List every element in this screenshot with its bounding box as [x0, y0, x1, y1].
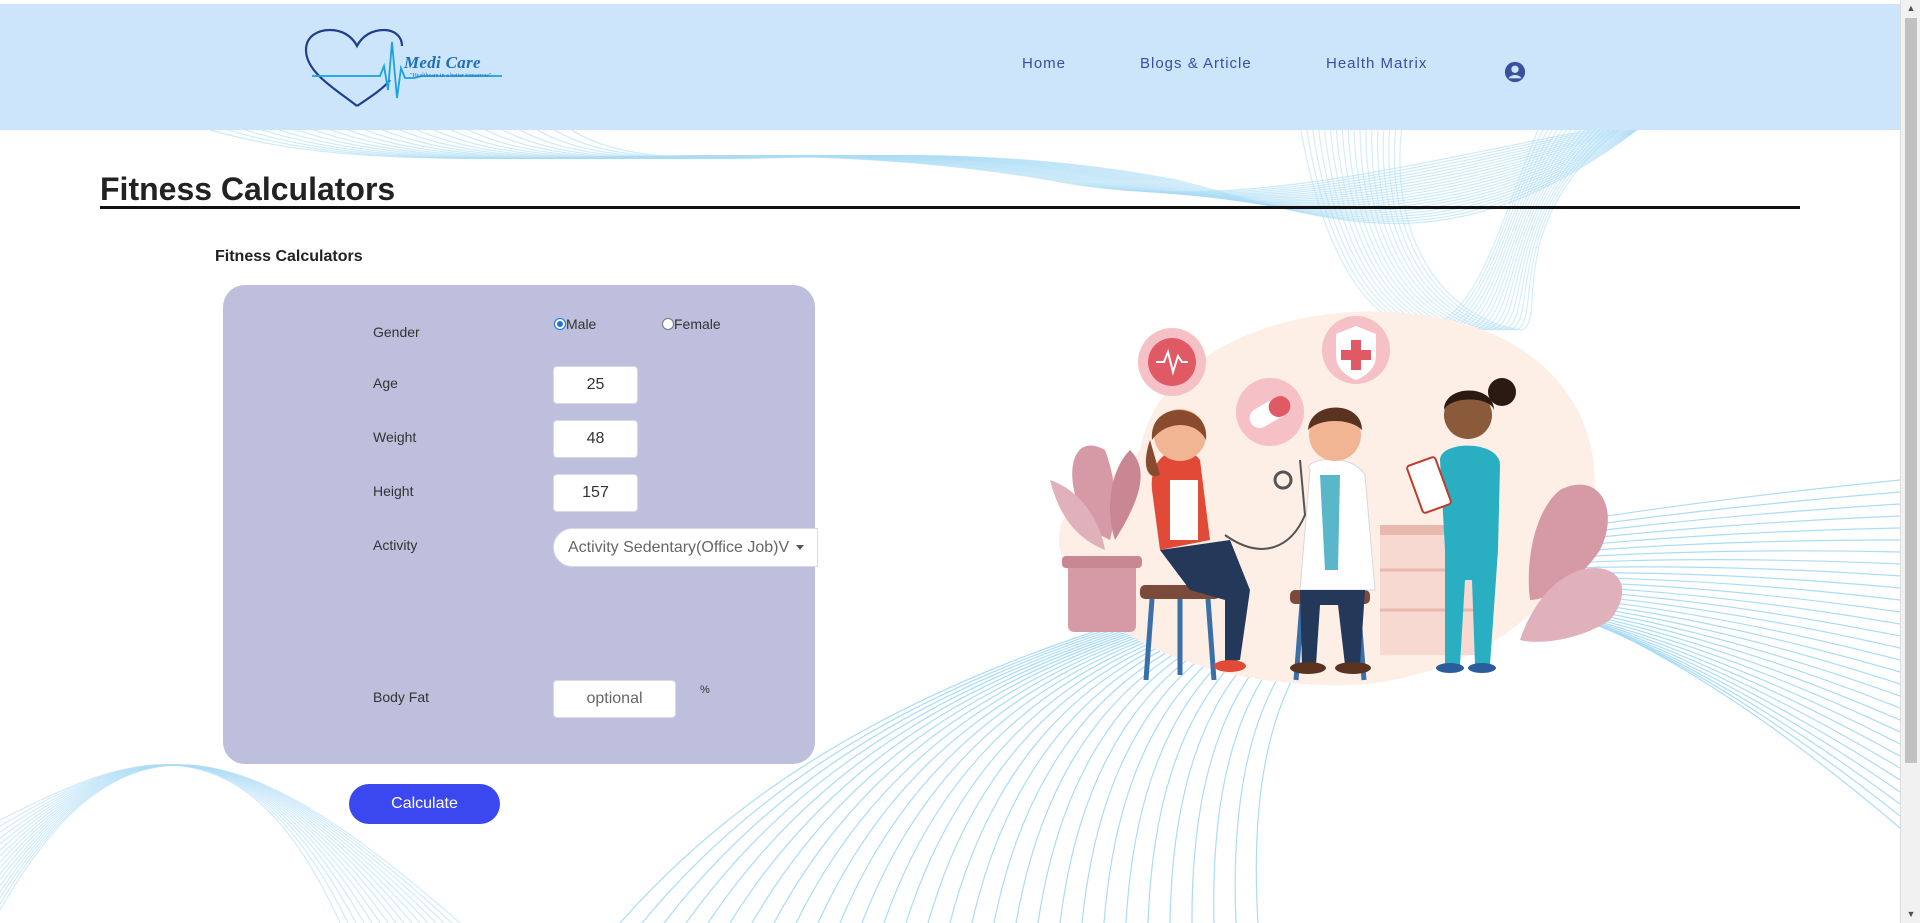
- scrollbar-thumb[interactable]: [1905, 18, 1917, 763]
- gender-female-label: Female: [674, 316, 721, 332]
- vertical-scrollbar[interactable]: ▲ ▼: [1900, 0, 1920, 923]
- caret-down-icon[interactable]: [796, 545, 804, 550]
- page-title: Fitness Calculators: [100, 171, 396, 207]
- title-divider: [100, 206, 1800, 209]
- gender-label: Gender: [373, 324, 420, 340]
- activity-label: Activity: [373, 537, 418, 553]
- section-title: Fitness Calculators: [215, 248, 363, 265]
- nav-health-matrix[interactable]: Health Matrix: [1326, 55, 1427, 72]
- account-circle-icon[interactable]: [1504, 61, 1526, 83]
- age-label: Age: [373, 375, 398, 391]
- scroll-down-icon[interactable]: ▼: [1901, 906, 1920, 923]
- nav-home[interactable]: Home: [1022, 55, 1066, 72]
- logo-text: Medi Care: [404, 53, 481, 72]
- gender-male-label: Male: [566, 316, 597, 332]
- gender-male-radio[interactable]: Male: [554, 316, 596, 332]
- nav-blogs-article[interactable]: Blogs & Article: [1140, 55, 1252, 72]
- calculate-button[interactable]: Calculate: [349, 784, 500, 824]
- gender-female-radio[interactable]: Female: [662, 316, 721, 332]
- age-input[interactable]: 25: [553, 366, 638, 404]
- calculator-card: [223, 285, 815, 764]
- top-navbar: Medi Care "Healthcare in a better tomorr…: [0, 4, 1900, 130]
- weight-input[interactable]: 48: [553, 420, 638, 458]
- height-input[interactable]: 157: [553, 474, 638, 512]
- page: Medi Care "Healthcare in a better tomorr…: [0, 0, 1900, 923]
- scroll-up-icon[interactable]: ▲: [1901, 0, 1920, 17]
- bodyfat-unit: %: [700, 684, 710, 696]
- doctor-checkup-illustration: [1050, 311, 1623, 686]
- logo-tagline: "Healthcare in a better tomorrow": [410, 73, 492, 79]
- radio-checked-icon[interactable]: [554, 318, 566, 330]
- radio-unchecked-icon[interactable]: [662, 318, 674, 330]
- height-label: Height: [373, 483, 414, 499]
- bodyfat-label: Body Fat: [373, 689, 430, 705]
- weight-label: Weight: [373, 429, 417, 445]
- bodyfat-input[interactable]: optional: [553, 680, 676, 718]
- activity-select[interactable]: Activity Sedentary(Office Job)V: [553, 528, 818, 567]
